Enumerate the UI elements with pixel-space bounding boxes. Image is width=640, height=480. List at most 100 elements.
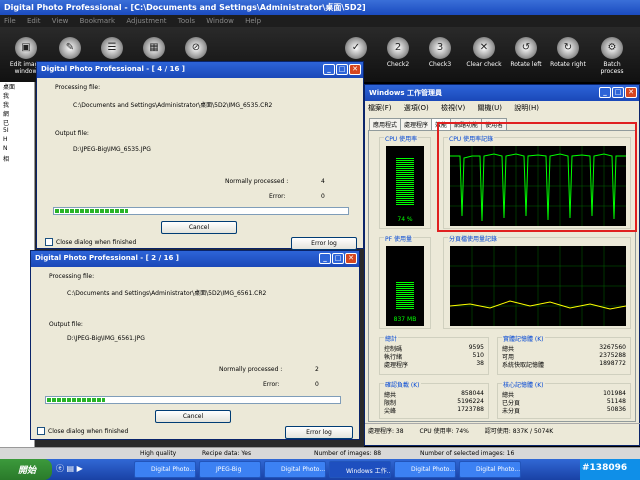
- kernel-row: 總共 101984: [502, 390, 626, 399]
- task-dpp-2[interactable]: Digital Photo...: [264, 461, 326, 478]
- menu-bookmark[interactable]: Bookmark: [80, 17, 115, 25]
- media-icon[interactable]: ▶: [77, 464, 83, 473]
- error-log-button[interactable]: Error log: [291, 237, 357, 250]
- output-file-label: Output file:: [55, 130, 89, 137]
- menu-help[interactable]: Help: [245, 17, 261, 25]
- cancel-button[interactable]: Cancel: [161, 221, 237, 234]
- tree-item[interactable]: H: [0, 136, 34, 145]
- menu-file[interactable]: File: [4, 17, 16, 25]
- start-button[interactable]: 開始: [0, 459, 52, 480]
- clear-check-label: Clear check: [466, 61, 502, 68]
- task-jpeg-big[interactable]: JPEG-Big: [199, 461, 261, 478]
- maximize-icon[interactable]: □: [336, 64, 348, 75]
- pf-grid: [450, 246, 626, 326]
- menu-tools[interactable]: Tools: [178, 17, 195, 25]
- check2-button[interactable]: 2 Check2: [378, 37, 418, 68]
- minimize-icon[interactable]: _: [319, 253, 331, 264]
- minimize-icon[interactable]: _: [323, 64, 335, 75]
- tab-processes[interactable]: 處理程序: [400, 118, 433, 130]
- normally-processed-label: Normally processed :: [225, 178, 289, 185]
- maximize-icon[interactable]: □: [612, 87, 624, 98]
- cpu-usage-value: 74 %: [397, 216, 413, 223]
- processing-file-path: C:\Documents and Settings\Administrator\…: [73, 102, 273, 109]
- totals-row: 處理程序 38: [384, 360, 484, 369]
- menu-edit[interactable]: Edit: [27, 17, 41, 25]
- tree-item[interactable]: N: [0, 145, 34, 154]
- task-dpp-3[interactable]: Digital Photo...: [394, 461, 456, 478]
- close-when-finished-checkbox[interactable]: [37, 427, 45, 435]
- task-windows-task-manager[interactable]: Windows 工作...: [329, 461, 391, 478]
- folder-icon[interactable]: ▤: [67, 464, 75, 473]
- pf-usage-group: PF 使用量 837 MB: [379, 234, 431, 329]
- tm-menu-help[interactable]: 說明(H): [514, 104, 539, 112]
- tm-menu-options[interactable]: 選項(O): [404, 104, 429, 112]
- tab-applications[interactable]: 應用程式: [369, 118, 402, 130]
- dialog-2-title: Digital Photo Professional - [ 2 / 16 ]: [35, 254, 179, 262]
- progress-dialog-1: Digital Photo Professional - [ 4 / 16 ] …: [36, 61, 364, 250]
- toolbar-button-2[interactable]: ✎: [50, 37, 90, 61]
- close-icon[interactable]: ✕: [625, 87, 637, 98]
- quick-launch: ⓔ ▤ ▶: [56, 463, 128, 476]
- cpu-usage-meter: 74 %: [386, 146, 424, 226]
- rotate-left-button[interactable]: ↺ Rotate left: [506, 37, 546, 68]
- batch-process-button[interactable]: ⚙ Batch process: [592, 37, 632, 75]
- tm-menu-view[interactable]: 檢視(V): [441, 104, 465, 112]
- tm-menu-shutdown[interactable]: 關機(U): [477, 104, 502, 112]
- edit-image-icon: ▣: [15, 37, 37, 59]
- close-icon[interactable]: ✕: [349, 64, 361, 75]
- menu-adjustment[interactable]: Adjustment: [126, 17, 166, 25]
- output-file-path: D:\JPEG-Big\IMG_6535.JPG: [73, 146, 151, 153]
- grid-icon: ▦: [143, 37, 165, 59]
- rotate-right-icon: ↻: [557, 37, 579, 59]
- close-when-finished-label: Close dialog when finished: [48, 428, 129, 435]
- toolbar-button-5[interactable]: ⊘: [176, 37, 216, 61]
- close-icon[interactable]: ✕: [345, 253, 357, 264]
- physical-row: 系統快取記憶體 1898772: [502, 360, 626, 369]
- progress-fill: [47, 398, 106, 402]
- close-when-finished-checkbox[interactable]: [45, 238, 53, 246]
- task-manager-title-bar: Windows 工作管理員 _ □ ✕: [365, 85, 639, 101]
- menu-window[interactable]: Window: [206, 17, 234, 25]
- check3-button[interactable]: 3 Check3: [420, 37, 460, 68]
- pf-usage-bar: [396, 282, 414, 310]
- task-dpp-1[interactable]: Digital Photo...: [134, 461, 196, 478]
- error-log-button[interactable]: Error log: [285, 426, 353, 439]
- maximize-icon[interactable]: □: [332, 253, 344, 264]
- minimize-icon[interactable]: _: [599, 87, 611, 98]
- commit-charge-group: 確認負載 (K) 總共 858044 限制 5196224 尖峰 1723788: [379, 380, 489, 419]
- toolbar-button-3[interactable]: ☰: [92, 37, 132, 61]
- toolbar-button-4[interactable]: ▦: [134, 37, 174, 61]
- commit-row: 總共 858044: [384, 390, 484, 399]
- output-file-label: Output file:: [49, 321, 83, 328]
- totals-row: 控制碼 9595: [384, 344, 484, 353]
- pf-history-chart: [450, 246, 626, 326]
- commit-row: 限制 5196224: [384, 398, 484, 407]
- tree-item[interactable]: 相: [0, 154, 34, 163]
- status-commit: 認可使用: 837K / 5074K: [484, 428, 554, 435]
- physical-row: 總共 3267560: [502, 344, 626, 353]
- rotate-left-label: Rotate left: [510, 61, 542, 68]
- cancel-button[interactable]: Cancel: [155, 410, 231, 423]
- tm-menu-file[interactable]: 檔案(F): [368, 104, 392, 112]
- check1-icon: ✓: [345, 37, 367, 59]
- tree-item[interactable]: 我: [0, 100, 34, 109]
- progress-bar-2: [45, 396, 341, 404]
- task-manager-menu: 檔案(F) 選項(O) 檢視(V) 關機(U) 說明(H): [365, 101, 639, 113]
- error-label: Error:: [263, 381, 280, 388]
- rotate-right-button[interactable]: ↻ Rotate right: [548, 37, 588, 68]
- close-when-finished-label: Close dialog when finished: [56, 239, 137, 246]
- error-value: 0: [315, 381, 319, 388]
- clear-check-button[interactable]: ✕ Clear check: [464, 37, 504, 68]
- check1-button[interactable]: ✓: [336, 37, 376, 61]
- dialog-1-title: Digital Photo Professional - [ 4 / 16 ]: [41, 65, 185, 73]
- tree-item[interactable]: 5I: [0, 127, 34, 136]
- ie-icon[interactable]: ⓔ: [56, 464, 64, 473]
- tree-item[interactable]: 已: [0, 118, 34, 127]
- tree-item[interactable]: 網: [0, 109, 34, 118]
- tree-item[interactable]: 桌面: [0, 82, 34, 91]
- menu-view[interactable]: View: [52, 17, 69, 25]
- tree-item[interactable]: 我: [0, 91, 34, 100]
- rotate-left-icon: ↺: [515, 37, 537, 59]
- task-dpp-4[interactable]: Digital Photo...: [459, 461, 521, 478]
- pf-usage-label: PF 使用量: [384, 234, 413, 243]
